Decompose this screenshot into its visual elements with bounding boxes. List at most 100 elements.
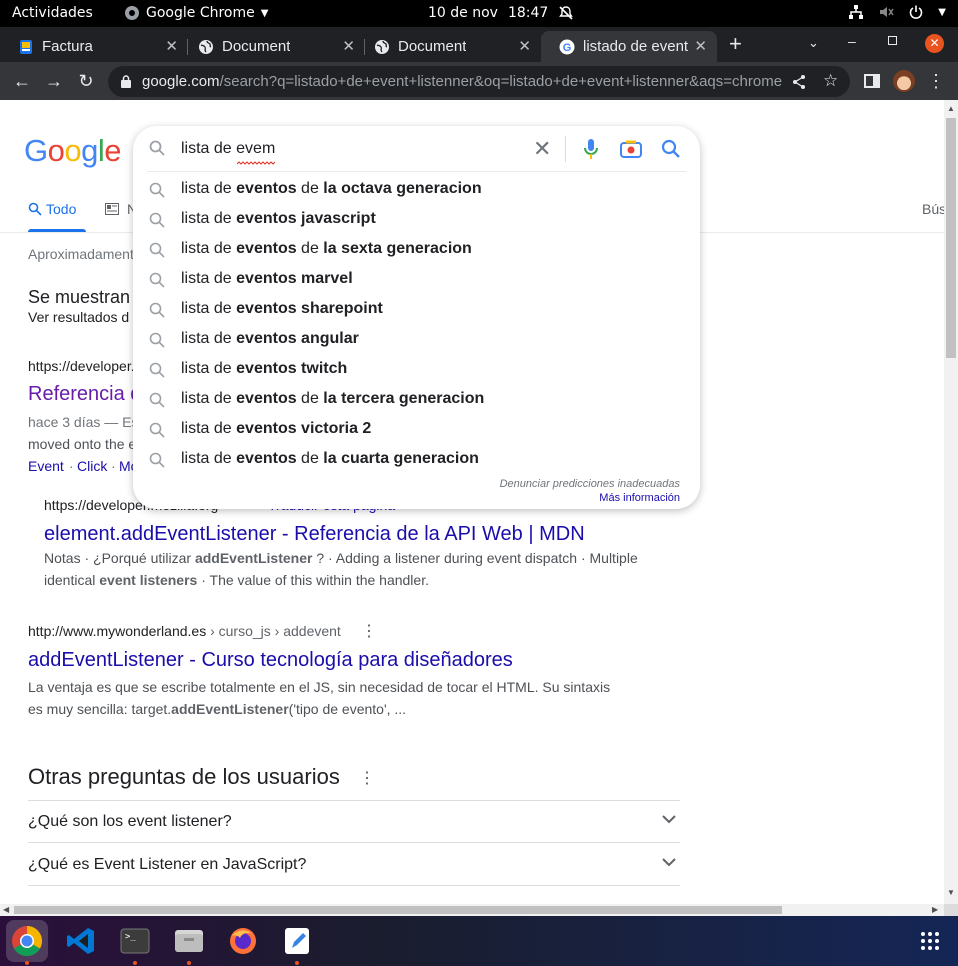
tab-listado-de-event[interactable]: G listado de event ✕ [541, 31, 717, 62]
minimize-icon[interactable]: – [848, 33, 856, 49]
close-icon[interactable]: ✕ [342, 37, 355, 55]
suggestion-item[interactable]: lista de eventos angular [133, 325, 700, 355]
system-tray[interactable]: ▼ [848, 4, 946, 20]
address-bar[interactable]: google.com/search?q=listado+de+event+lis… [108, 66, 850, 97]
suggestion-item[interactable]: lista de eventos de la sexta generacion [133, 235, 700, 265]
result-3-title[interactable]: addEventListener - Curso tecnología para… [28, 649, 513, 672]
tab-all[interactable]: Todo [28, 201, 76, 217]
reload-icon[interactable]: ↻ [76, 71, 96, 91]
suggestion-text: lista de eventos angular [181, 330, 359, 348]
result-2-title[interactable]: element.addEventListener - Referencia de… [44, 523, 585, 546]
lock-icon [121, 75, 131, 88]
suggestion-bold: eventos twitch [236, 360, 348, 377]
result-3-snippet-1: La ventaja es que se escribe totalmente … [28, 679, 611, 695]
suggestion-item[interactable]: lista de eventos marvel [133, 265, 700, 295]
suggestion-plain: lista de [181, 300, 237, 317]
side-panel-icon[interactable] [864, 73, 880, 89]
sitelink-click[interactable]: Click [77, 458, 107, 474]
scroll-up-arrow[interactable]: ▲ [947, 104, 955, 113]
tools-tab[interactable]: Bús [922, 201, 944, 217]
suggestion-item[interactable]: lista de eventos sharepoint [133, 295, 700, 325]
suggestion-text: lista de eventos javascript [181, 210, 376, 228]
suggestion-item[interactable]: lista de eventos de la octava generacion [133, 175, 700, 205]
search-icon [149, 242, 165, 258]
suggestion-bold: la tercera generacion [323, 390, 485, 407]
showing-results-heading: Se muestran [28, 287, 131, 307]
running-indicator [187, 961, 191, 965]
dock-text-editor[interactable] [276, 920, 318, 965]
see-results-for[interactable]: Ver resultados d [28, 309, 129, 325]
scroll-corner [944, 904, 958, 916]
close-icon[interactable]: ✕ [165, 37, 178, 55]
vertical-scrollbar[interactable]: ▲ ▼ [944, 100, 958, 904]
search-icon [28, 202, 42, 216]
suggestion-item[interactable]: lista de eventos javascript [133, 205, 700, 235]
suggestion-plain: lista de [181, 330, 237, 347]
url-host: google.com [142, 73, 220, 90]
report-predictions-link[interactable]: Denunciar predicciones inadecuadas [500, 478, 680, 490]
more-info-link[interactable]: Más información [599, 492, 680, 504]
suggestion-plain: lista de [181, 240, 237, 257]
dock-chrome[interactable] [6, 920, 48, 965]
suggestion-item[interactable]: lista de eventos de la tercera generacio… [133, 385, 700, 415]
tab-factura[interactable]: Factura ✕ [0, 31, 188, 62]
activities-button[interactable]: Actividades [12, 5, 93, 21]
power-icon [910, 5, 923, 19]
suggestion-item[interactable]: lista de eventos de la cuarta generacion [133, 445, 700, 475]
suggestion-item[interactable]: lista de eventos victoria 2 [133, 415, 700, 445]
faq-item[interactable]: ¿Qué es Event Listener en JavaScript? [28, 843, 680, 886]
faq-item[interactable]: ¿Qué son los event listener? [28, 800, 680, 843]
forward-icon[interactable]: → [44, 71, 64, 91]
scrollbar-thumb[interactable] [946, 118, 956, 358]
close-window-button[interactable]: ✕ [925, 34, 944, 53]
show-applications-icon[interactable] [920, 931, 940, 951]
tab-search-chevron-icon[interactable]: ⌄ [808, 35, 819, 51]
camera-lens-icon[interactable] [620, 140, 642, 158]
suggestion-bold: eventos [236, 240, 297, 257]
suggestion-plain: de [296, 240, 324, 257]
app-menu[interactable]: Google Chrome ▼ [124, 5, 268, 21]
more-options-icon[interactable]: ⋮ [361, 621, 377, 641]
suggestion-bold: la octava generacion [323, 180, 482, 197]
dock-vscode[interactable] [60, 920, 102, 962]
back-icon[interactable]: ← [12, 71, 32, 91]
svg-text:>_: >_ [125, 932, 136, 942]
new-tab-icon[interactable]: + [729, 31, 742, 57]
google-logo[interactable]: Google [24, 133, 122, 169]
scroll-right-arrow[interactable]: ▶ [932, 905, 938, 914]
suggestion-bold: eventos angular [236, 330, 359, 347]
maximize-icon[interactable] [888, 36, 897, 45]
more-vert-icon[interactable]: ⋮ [926, 71, 946, 91]
search-submit-icon[interactable] [661, 139, 681, 159]
microphone-icon[interactable] [584, 138, 598, 160]
close-icon[interactable]: ✕ [694, 37, 707, 55]
dock-firefox[interactable] [222, 920, 264, 962]
tab-document-2[interactable]: Document ✕ [356, 31, 541, 62]
avatar[interactable] [893, 70, 915, 92]
share-icon[interactable] [791, 74, 807, 90]
tab-document-1[interactable]: Document ✕ [180, 31, 365, 62]
chevron-down-icon: ▼ [260, 7, 269, 19]
close-icon[interactable]: ✕ [518, 37, 531, 55]
sitelink-event[interactable]: Event [28, 458, 64, 474]
scroll-down-arrow[interactable]: ▼ [947, 888, 955, 897]
globe-icon [199, 39, 213, 54]
dock-terminal[interactable]: >_ [114, 920, 156, 965]
horizontal-scrollbar[interactable]: ◀ ▶ [0, 904, 944, 916]
clock[interactable]: 10 de nov 18:47 [428, 5, 574, 21]
snippet-text: es muy sencilla: target. [28, 701, 172, 717]
dock-files[interactable] [168, 920, 210, 965]
faq-question: ¿Qué son los event listener? [28, 813, 232, 830]
search-input[interactable]: lista de evem [181, 140, 275, 158]
suggestion-item[interactable]: lista de eventos twitch [133, 355, 700, 385]
search-icon [149, 452, 165, 468]
scrollbar-thumb[interactable] [14, 906, 782, 914]
suggestion-plain: lista de [181, 180, 237, 197]
bookmark-star-icon[interactable]: ☆ [823, 71, 838, 91]
search-icon [149, 392, 165, 408]
scroll-left-arrow[interactable]: ◀ [3, 905, 9, 914]
clear-icon[interactable]: ✕ [533, 136, 551, 162]
more-options-icon[interactable]: ⋮ [359, 768, 375, 788]
result-1-title[interactable]: Referencia d [28, 383, 141, 406]
suggestion-text: lista de eventos de la sexta generacion [181, 240, 472, 258]
